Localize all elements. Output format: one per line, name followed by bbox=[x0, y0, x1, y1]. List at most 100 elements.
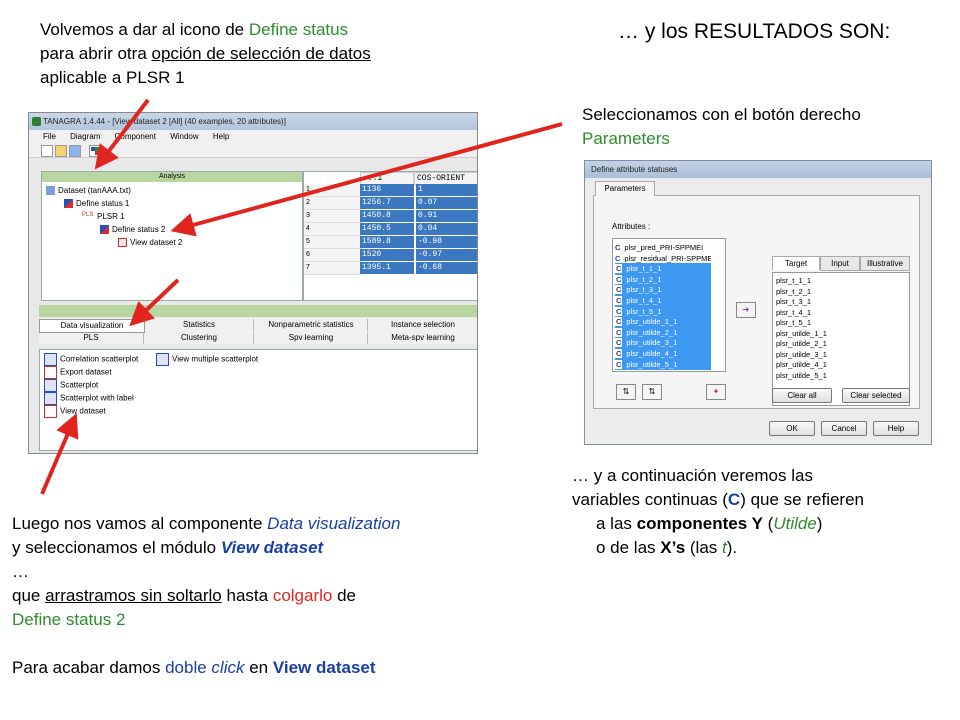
text-run-bold: X’s bbox=[660, 538, 686, 557]
component-label: Scatterplot bbox=[60, 380, 99, 390]
new-file-icon[interactable] bbox=[41, 145, 53, 157]
tab-nonparametric-statistics[interactable]: Nonparametric statistics bbox=[255, 319, 368, 331]
grid-row-number[interactable]: 1 bbox=[304, 184, 362, 197]
attribute-item[interactable]: Cplsr_t_5_1 bbox=[615, 305, 711, 317]
target-item[interactable]: plsr_t_1_1 bbox=[776, 276, 811, 286]
component-scatterplot-with-label[interactable]: Scatterplot with label bbox=[44, 392, 134, 405]
attribute-label: plsr_utilde_2_1 bbox=[626, 327, 678, 337]
attribute-item[interactable]: Cplsr_t_4_1 bbox=[615, 295, 711, 306]
help-button[interactable]: Help bbox=[873, 421, 919, 436]
save-icon[interactable] bbox=[69, 145, 81, 157]
tree-node-define-status-2[interactable]: Define status 2 bbox=[100, 225, 165, 235]
attribute-item[interactable]: Cplsr_utilde_5_1 bbox=[615, 358, 711, 370]
grid-row-number[interactable]: 2 bbox=[304, 197, 362, 210]
attribute-item[interactable]: Cplsr_utilde_3_1 bbox=[615, 337, 711, 349]
target-item[interactable]: plsr_utilde_3_1 bbox=[776, 350, 827, 360]
grid-row-number[interactable]: 3 bbox=[304, 210, 362, 223]
define-status-icon[interactable] bbox=[89, 145, 101, 157]
tree-node-dataset[interactable]: Dataset (tanAAA.txt) bbox=[46, 186, 131, 196]
scatterplot-icon bbox=[44, 353, 57, 366]
attribute-item[interactable]: Cplsr_utilde_2_1 bbox=[615, 326, 711, 338]
component-view-multiple-scatterplot[interactable]: View multiple scatterplot bbox=[156, 353, 258, 366]
component-scatterplot[interactable]: Scatterplot bbox=[44, 379, 98, 392]
attribute-item[interactable]: Cplsr_pred_PRI-SPPMEI bbox=[615, 242, 711, 253]
attribute-item[interactable]: Cplsr_utilde_1_1 bbox=[615, 316, 711, 328]
tab-parameters[interactable]: Parameters bbox=[595, 181, 655, 196]
tab-instance-selection[interactable]: Instance selection bbox=[369, 319, 477, 331]
continuous-type-icon: C bbox=[615, 274, 623, 284]
component-export-dataset[interactable]: Export dataset bbox=[44, 366, 112, 379]
component-label: Scatterplot with label bbox=[60, 393, 134, 403]
tab-statistics[interactable]: Statistics bbox=[145, 319, 254, 331]
cancel-button[interactable]: Cancel bbox=[821, 421, 867, 436]
menu-bar: File Diagram Component Window Help bbox=[29, 130, 477, 143]
target-item[interactable]: plsr_t_3_1 bbox=[776, 297, 811, 307]
continuous-type-icon: C bbox=[615, 264, 623, 274]
menu-help[interactable]: Help bbox=[213, 132, 229, 141]
tab-input[interactable]: Input bbox=[820, 256, 860, 271]
tree-node-define-status-1[interactable]: Define status 1 bbox=[64, 199, 129, 209]
grid-cell: 1589.8 bbox=[360, 236, 414, 248]
select-discrete-button[interactable]: ⇅ bbox=[642, 384, 662, 400]
attribute-item[interactable]: Cplsr_utilde_4_1 bbox=[615, 348, 711, 359]
attribute-item[interactable]: Cplsr_residual_PRI-SPPMEI bbox=[615, 253, 711, 264]
grid-row-number[interactable]: 6 bbox=[304, 249, 362, 262]
open-folder-icon[interactable] bbox=[55, 145, 67, 157]
continuous-type-icon: C bbox=[615, 296, 623, 305]
grid-row-number[interactable]: 5 bbox=[304, 236, 362, 249]
text-run: … bbox=[12, 562, 29, 581]
text-run: que bbox=[12, 586, 46, 605]
target-item[interactable]: plsr_t_5_1 bbox=[776, 318, 811, 328]
select-numeric-button[interactable]: ⇅ bbox=[616, 384, 636, 400]
data-visualization-term: Data visualization bbox=[267, 514, 401, 533]
target-item[interactable]: plsr_t_4_1 bbox=[776, 308, 811, 318]
attributes-list[interactable]: Cplsr_pred_PRI-SPPMEI Cplsr_residual_PRI-… bbox=[612, 238, 726, 372]
continuous-type-icon: C bbox=[615, 285, 623, 295]
clear-all-button[interactable]: Clear all bbox=[772, 388, 832, 403]
text-run: ) bbox=[816, 514, 823, 533]
menu-component[interactable]: Component bbox=[115, 132, 156, 141]
attribute-label: plsr_t_1_1 bbox=[626, 264, 662, 274]
define-status-icon bbox=[64, 199, 73, 209]
grid-cell: 1450.5 bbox=[360, 223, 414, 235]
component-list: Correlation scatterplot View multiple sc… bbox=[39, 349, 477, 451]
attribute-label: plsr_utilde_4_1 bbox=[626, 349, 678, 358]
grid-row-number[interactable]: 7 bbox=[304, 262, 362, 275]
target-item[interactable]: plsr_utilde_4_1 bbox=[776, 360, 827, 370]
attribute-item[interactable]: Cplsr_t_1_1 bbox=[615, 263, 711, 275]
attribute-item[interactable]: Cplsr_t_2_1 bbox=[615, 273, 711, 285]
attribute-item[interactable]: Cplsr_t_3_1 bbox=[615, 284, 711, 296]
attribute-label: plsr_utilde_5_1 bbox=[626, 359, 678, 369]
tab-data-visualization[interactable]: Data visualization bbox=[39, 319, 145, 333]
define-attribute-statuses-dialog: Define attribute statuses Parameters Att… bbox=[584, 160, 932, 445]
tab-spv-learning[interactable]: Spv learning bbox=[255, 332, 368, 344]
tanagra-window: TANAGRA 1.4.44 - [View dataset 2 [All] (… bbox=[28, 112, 478, 454]
menu-file[interactable]: File bbox=[43, 132, 56, 141]
grid-row-number[interactable]: 4 bbox=[304, 223, 362, 236]
ok-button[interactable]: OK bbox=[769, 421, 815, 436]
text-run: Para acabar damos bbox=[12, 658, 166, 677]
tree-node-plsr-1[interactable]: PLS PLSR 1 bbox=[82, 212, 125, 221]
tab-pls[interactable]: PLS bbox=[39, 332, 144, 344]
target-item[interactable]: plsr_utilde_2_1 bbox=[776, 339, 827, 349]
tree-node-view-dataset-2[interactable]: View dataset 2 bbox=[118, 238, 182, 248]
target-item[interactable]: plsr_t_2_1 bbox=[776, 287, 811, 297]
target-item[interactable]: plsr_utilde_5_1 bbox=[776, 371, 827, 381]
tab-target[interactable]: Target bbox=[772, 256, 820, 270]
invert-selection-button[interactable]: ✦ bbox=[706, 384, 726, 400]
tab-illustrative[interactable]: Illustrative bbox=[860, 256, 910, 271]
tab-meta-spv-learning[interactable]: Meta-spv learning bbox=[369, 332, 477, 344]
menu-diagram[interactable]: Diagram bbox=[70, 132, 100, 141]
target-item[interactable]: plsr_utilde_1_1 bbox=[776, 329, 827, 339]
add-to-target-button[interactable]: ➜ bbox=[736, 302, 756, 318]
text-run: en bbox=[244, 658, 273, 677]
component-correlation-scatterplot[interactable]: Correlation scatterplot bbox=[44, 353, 138, 366]
target-list[interactable]: plsr_t_1_1 plsr_t_2_1 plsr_t_3_1 plsr_t_4_1… bbox=[772, 272, 910, 406]
continuous-type-icon: C bbox=[615, 359, 623, 369]
tab-clustering[interactable]: Clustering bbox=[145, 332, 254, 344]
clear-selected-button[interactable]: Clear selected bbox=[842, 388, 910, 403]
text-run-underlined: arrastramos sin soltarlo bbox=[45, 586, 222, 605]
define-status-2-term: Define status 2 bbox=[12, 610, 126, 629]
component-view-dataset[interactable]: View dataset bbox=[44, 405, 106, 418]
menu-window[interactable]: Window bbox=[170, 132, 198, 141]
